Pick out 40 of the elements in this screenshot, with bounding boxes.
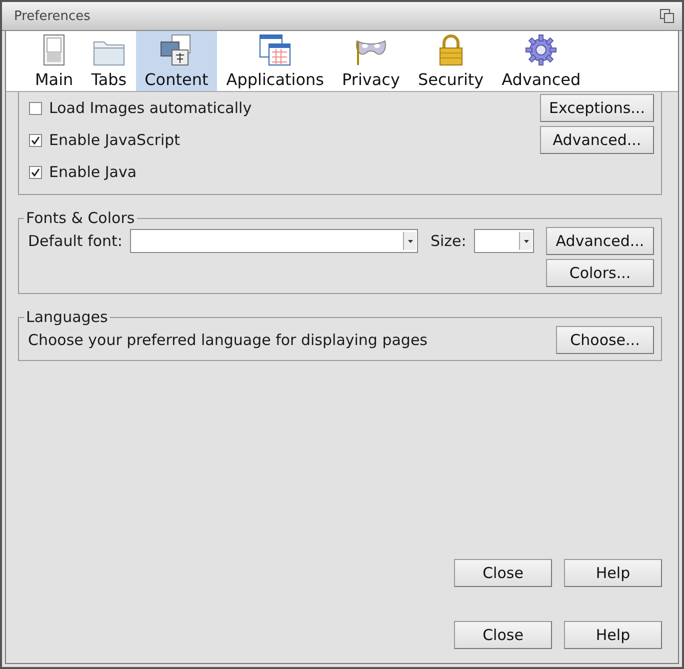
choose-button[interactable]: Choose...	[556, 326, 654, 354]
default-font-dropdown[interactable]	[130, 229, 418, 253]
languages-description: Choose your preferred language for displaying pages	[28, 331, 428, 349]
group-title: Fonts & Colors	[25, 209, 136, 227]
padlock-icon	[436, 34, 465, 66]
checkbox[interactable]	[29, 166, 42, 178]
checkbox[interactable]	[29, 134, 42, 146]
toolbar-tab[interactable]: Privacy	[333, 31, 409, 91]
check-icon	[31, 168, 40, 176]
checkbox[interactable]	[29, 102, 42, 114]
toolbar-tab[interactable]: Tabs	[82, 31, 136, 91]
checkbox-option[interactable]: Load Images automatically	[29, 99, 252, 117]
option-button[interactable]: Advanced...	[540, 126, 654, 154]
picture-document-icon	[160, 34, 192, 66]
group-title: Languages	[25, 308, 109, 326]
colors-button[interactable]: Colors...	[546, 259, 654, 287]
close-button[interactable]: Close	[454, 559, 552, 587]
toolbar-tab[interactable]: Security	[408, 31, 493, 91]
toolbar-tab[interactable]: Applications	[217, 31, 333, 91]
toolbar-tab[interactable]: Main	[26, 31, 82, 91]
window-title: Preferences	[14, 8, 90, 24]
option-button[interactable]: Exceptions...	[540, 94, 654, 122]
gear-icon	[525, 34, 558, 66]
default-font-label: Default font:	[28, 232, 122, 250]
switch-icon	[43, 34, 66, 66]
help-button[interactable]: Help	[564, 621, 662, 649]
close-button[interactable]: Close	[454, 621, 552, 649]
checkbox-option[interactable]: Enable Java	[29, 163, 137, 181]
help-button[interactable]: Help	[564, 559, 662, 587]
dropdown-arrow-icon	[408, 240, 413, 242]
check-icon	[31, 136, 40, 144]
size-label: Size:	[430, 232, 466, 250]
calendar-window-icon	[259, 34, 292, 66]
dropdown-arrow-icon	[524, 240, 529, 242]
advanced-button[interactable]: Advanced...	[546, 227, 654, 255]
toolbar-tab[interactable]: Advanced	[492, 31, 590, 91]
size-dropdown[interactable]	[474, 229, 534, 253]
restore-icon[interactable]	[660, 9, 674, 23]
checkbox-option[interactable]: Enable JavaScript	[29, 131, 180, 149]
toolbar-tab[interactable]: Content	[136, 31, 218, 91]
